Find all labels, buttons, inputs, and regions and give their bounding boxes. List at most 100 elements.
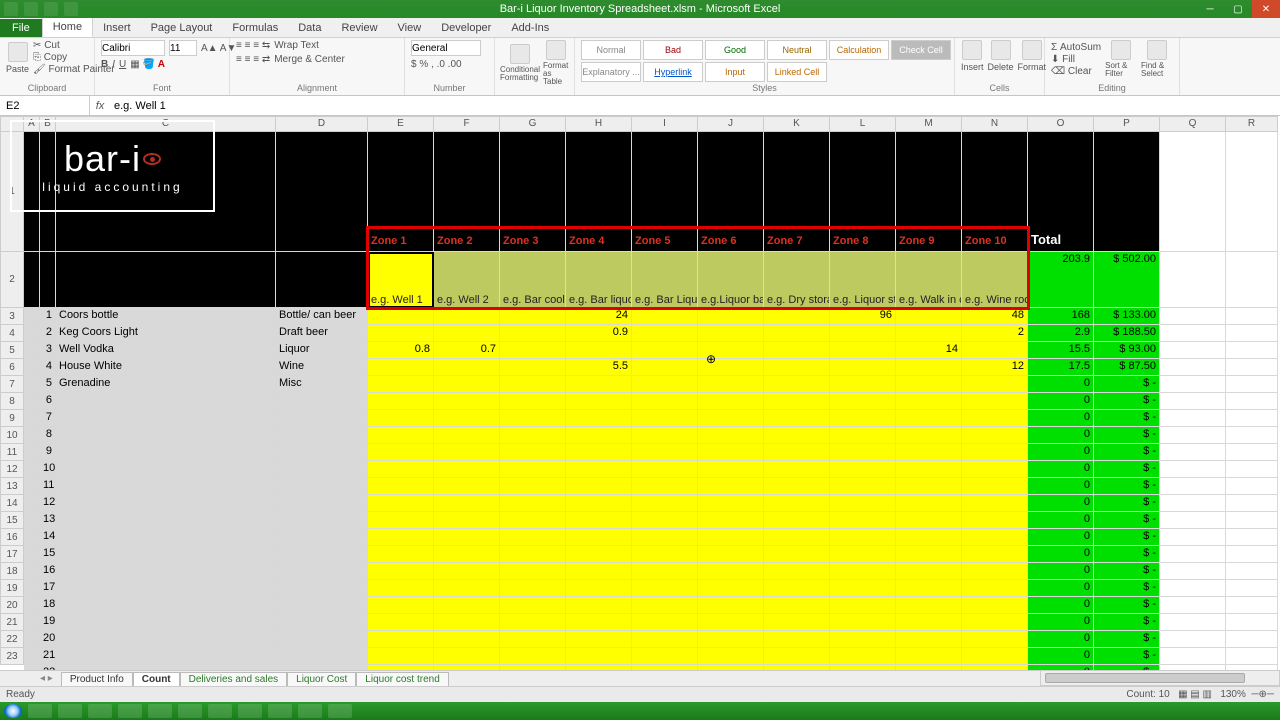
tab-view[interactable]: View xyxy=(388,19,432,37)
cell[interactable]: $ 87.50 xyxy=(1094,359,1160,376)
cell[interactable] xyxy=(830,580,896,597)
delete-cells-button[interactable]: Delete xyxy=(988,40,1014,72)
cell[interactable] xyxy=(56,252,276,308)
cell[interactable] xyxy=(698,478,764,495)
cell[interactable] xyxy=(632,427,698,444)
cell[interactable] xyxy=(500,308,566,325)
cell[interactable] xyxy=(1160,580,1226,597)
cell[interactable] xyxy=(56,648,276,665)
cell[interactable] xyxy=(764,580,830,597)
cell[interactable]: $ - xyxy=(1094,376,1160,393)
cell[interactable]: Zone 8 xyxy=(830,132,896,252)
cell[interactable]: 15 xyxy=(40,546,56,563)
cell[interactable] xyxy=(962,393,1028,410)
cell[interactable] xyxy=(632,444,698,461)
fill-button[interactable]: ⬇ Fill xyxy=(1051,54,1101,65)
cell[interactable] xyxy=(24,444,40,461)
row-header-16[interactable]: 16 xyxy=(0,529,24,546)
cell[interactable] xyxy=(962,427,1028,444)
cell[interactable]: Bottle/ can beer xyxy=(276,308,368,325)
cell[interactable]: 3 xyxy=(40,342,56,359)
cell[interactable] xyxy=(56,546,276,563)
cell[interactable]: 8 xyxy=(40,427,56,444)
cell[interactable]: 13 xyxy=(40,512,56,529)
cell[interactable]: $ 502.00 xyxy=(1094,252,1160,308)
cell[interactable] xyxy=(632,342,698,359)
cell[interactable]: Zone 4 xyxy=(566,132,632,252)
tab-home[interactable]: Home xyxy=(42,17,93,37)
cell[interactable] xyxy=(24,308,40,325)
cell[interactable] xyxy=(764,325,830,342)
tab-review[interactable]: Review xyxy=(331,19,387,37)
cell[interactable] xyxy=(896,478,962,495)
row-header-5[interactable]: 5 xyxy=(0,342,24,359)
cell[interactable] xyxy=(830,495,896,512)
cell[interactable] xyxy=(276,461,368,478)
autosum-button[interactable]: Σ AutoSum xyxy=(1051,42,1101,53)
cell[interactable] xyxy=(764,529,830,546)
cell[interactable] xyxy=(896,546,962,563)
cell[interactable] xyxy=(1160,342,1226,359)
cell[interactable] xyxy=(24,614,40,631)
cell[interactable]: $ - xyxy=(1094,529,1160,546)
cell[interactable] xyxy=(632,597,698,614)
cell[interactable] xyxy=(1226,308,1278,325)
col-header-K[interactable]: K xyxy=(764,116,830,132)
cell[interactable] xyxy=(566,563,632,580)
cell[interactable]: 11 xyxy=(40,478,56,495)
cell[interactable] xyxy=(434,308,500,325)
underline-button[interactable]: U xyxy=(119,59,126,70)
zoom-level[interactable]: 130% xyxy=(1220,689,1246,700)
cell[interactable] xyxy=(632,529,698,546)
cell[interactable]: e.g.Liquor backups xyxy=(698,252,764,308)
row-header-6[interactable]: 6 xyxy=(0,359,24,376)
cell[interactable]: 0 xyxy=(1028,546,1094,563)
cell[interactable] xyxy=(56,580,276,597)
cell[interactable] xyxy=(698,359,764,376)
cell[interactable] xyxy=(698,376,764,393)
cell[interactable]: Total xyxy=(1028,132,1094,252)
cell[interactable]: 0 xyxy=(1028,529,1094,546)
worksheet[interactable]: ABCDEFGHIJKLMNOPQR 123456789101112131415… xyxy=(0,116,1280,670)
merge-center-button[interactable]: Merge & Center xyxy=(274,54,345,65)
cell[interactable] xyxy=(500,342,566,359)
row-header-19[interactable]: 19 xyxy=(0,580,24,597)
cell[interactable] xyxy=(830,461,896,478)
cell[interactable] xyxy=(566,546,632,563)
col-header-P[interactable]: P xyxy=(1094,116,1160,132)
cell[interactable] xyxy=(500,495,566,512)
cell[interactable] xyxy=(276,252,368,308)
fx-icon[interactable]: fx xyxy=(90,100,110,112)
cell[interactable]: $ - xyxy=(1094,631,1160,648)
clear-button[interactable]: ⌫ Clear xyxy=(1051,66,1101,77)
cell[interactable]: Wine xyxy=(276,359,368,376)
cell[interactable] xyxy=(276,410,368,427)
cell[interactable]: $ - xyxy=(1094,393,1160,410)
cell[interactable] xyxy=(434,563,500,580)
cell[interactable]: e.g. Bar liquor pyramid xyxy=(566,252,632,308)
cell[interactable]: 5.5 xyxy=(566,359,632,376)
cell[interactable] xyxy=(566,597,632,614)
cell[interactable] xyxy=(698,427,764,444)
cell[interactable]: Coors bottle xyxy=(56,308,276,325)
cell[interactable]: 2 xyxy=(40,325,56,342)
cell[interactable] xyxy=(1226,529,1278,546)
cell[interactable] xyxy=(276,427,368,444)
cell[interactable]: 5 xyxy=(40,376,56,393)
cell[interactable] xyxy=(434,427,500,444)
cell[interactable]: 15.5 xyxy=(1028,342,1094,359)
start-button[interactable] xyxy=(4,704,22,718)
cell[interactable] xyxy=(276,444,368,461)
number-format-select[interactable] xyxy=(411,40,481,56)
cell[interactable] xyxy=(698,631,764,648)
cell[interactable]: 0.9 xyxy=(566,325,632,342)
col-header-F[interactable]: F xyxy=(434,116,500,132)
cell[interactable] xyxy=(962,648,1028,665)
cell[interactable] xyxy=(830,410,896,427)
tab-developer[interactable]: Developer xyxy=(431,19,501,37)
cell[interactable] xyxy=(962,376,1028,393)
cell[interactable]: Misc xyxy=(276,376,368,393)
cell[interactable] xyxy=(896,512,962,529)
cell[interactable] xyxy=(500,359,566,376)
cell[interactable] xyxy=(434,410,500,427)
